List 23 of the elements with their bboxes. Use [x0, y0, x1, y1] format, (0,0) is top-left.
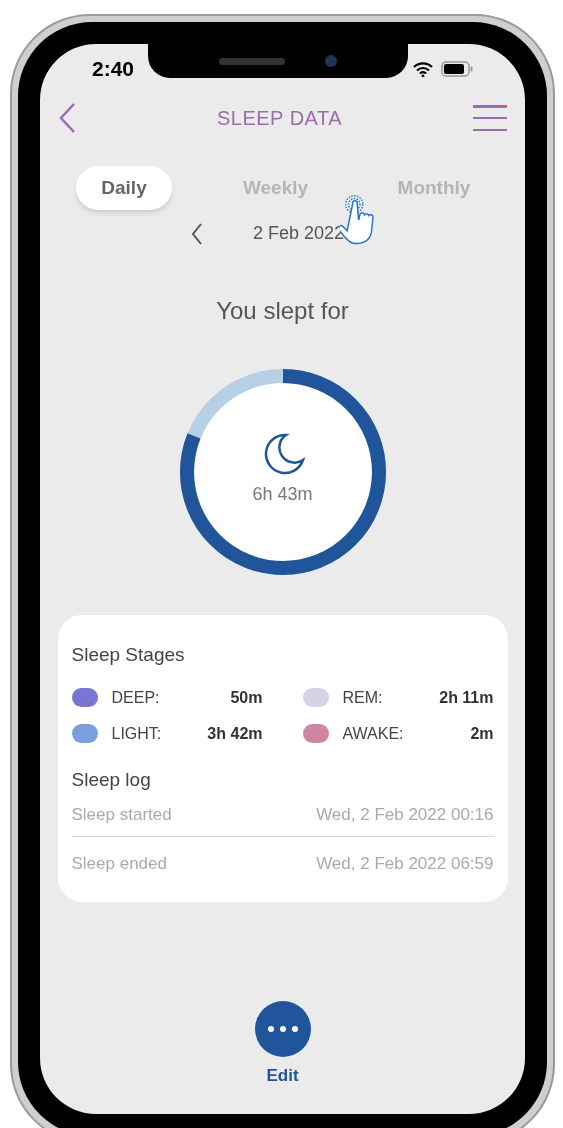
- log-value: Wed, 2 Feb 2022 06:59: [316, 852, 494, 875]
- log-value: Wed, 2 Feb 2022 00:16: [316, 804, 494, 826]
- sleep-duration: 6h 43m: [252, 482, 313, 506]
- stage-value: 2h 11m: [439, 687, 494, 708]
- stage-label: LIGHT:: [111, 723, 162, 744]
- log-label: Sleep started: [71, 804, 172, 826]
- log-label: Sleep ended: [71, 852, 167, 875]
- edit-button[interactable]: Edit: [254, 1000, 311, 1088]
- menu-button[interactable]: [473, 103, 507, 133]
- stage-value: 50m: [230, 687, 263, 708]
- screen-title: SLEEP DATA: [216, 106, 343, 131]
- wifi-icon: [413, 61, 433, 77]
- sleep-stages-title: Sleep Stages: [71, 643, 186, 667]
- battery-icon: [441, 61, 473, 77]
- sleep-log-title: Sleep log: [71, 767, 152, 792]
- stage-label: DEEP:: [111, 687, 160, 708]
- stage-label: REM:: [342, 687, 383, 708]
- summary-heading: You slept for: [216, 296, 349, 326]
- stage-label: AWAKE:: [342, 723, 404, 744]
- period-tab[interactable]: Daily: [76, 166, 172, 210]
- stage-value: 2m: [470, 723, 494, 744]
- status-time: 2:40: [92, 56, 135, 83]
- stage-value: 3h 42m: [207, 723, 263, 744]
